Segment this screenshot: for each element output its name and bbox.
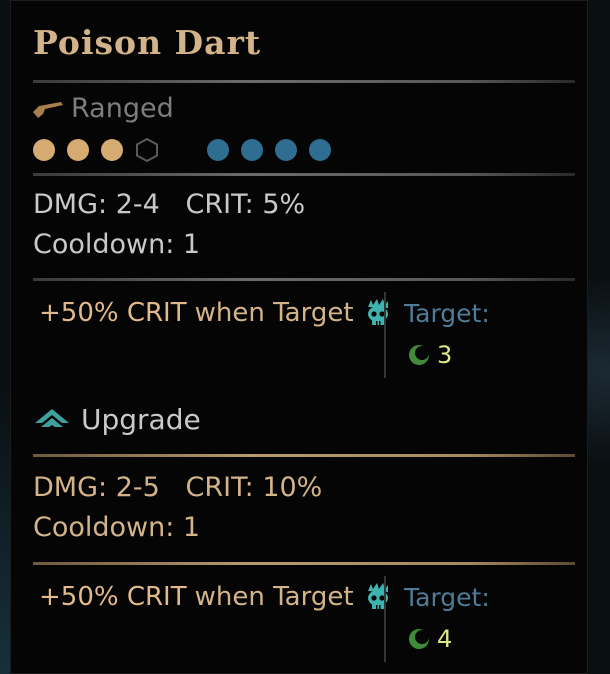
upgrade-damage-crit: DMG: 2-5 CRIT: 10% bbox=[33, 472, 322, 503]
divider bbox=[33, 80, 575, 83]
base-target-label: Target: bbox=[404, 299, 490, 328]
crescent-icon bbox=[409, 345, 429, 365]
upgrade-target-value: 4 bbox=[407, 625, 452, 653]
upgrade-label: Upgrade bbox=[81, 403, 201, 436]
rank-pip-filled bbox=[101, 139, 123, 161]
target-pip-filled bbox=[275, 139, 297, 161]
target-pip-filled bbox=[207, 139, 229, 161]
upgrade-target-number: 4 bbox=[437, 625, 453, 653]
upgrade-divider bbox=[33, 562, 575, 565]
rank-pip-filled bbox=[33, 139, 55, 161]
base-cooldown: Cooldown: 1 bbox=[33, 229, 201, 260]
ability-type: Ranged bbox=[31, 93, 174, 124]
effect-crit-bonus: +50% CRIT bbox=[39, 298, 187, 328]
upgrade-divider bbox=[33, 454, 575, 457]
upgrade-crit: CRIT: 10% bbox=[185, 472, 323, 503]
vertical-divider bbox=[384, 292, 386, 378]
skull-icon bbox=[367, 583, 388, 609]
base-target-number: 3 bbox=[437, 341, 453, 369]
position-pips bbox=[33, 138, 343, 162]
pistol-icon bbox=[33, 101, 63, 118]
base-crit: CRIT: 5% bbox=[185, 189, 306, 220]
upgrade-chevron-icon bbox=[35, 408, 69, 427]
ability-type-label: Ranged bbox=[71, 93, 174, 124]
effect-condition: when Target bbox=[194, 582, 354, 612]
ability-title: Poison Dart bbox=[33, 23, 262, 62]
vertical-divider bbox=[384, 576, 386, 662]
upgrade-header: Upgrade bbox=[33, 403, 201, 436]
rank-pip-filled bbox=[67, 139, 89, 161]
base-effect: +50% CRIT when Target bbox=[39, 297, 394, 329]
base-dmg: DMG: 2-4 bbox=[33, 189, 160, 220]
upgrade-effect: +50% CRIT when Target bbox=[39, 581, 394, 613]
effect-crit-bonus: +50% CRIT bbox=[39, 582, 187, 612]
ability-tooltip: Poison Dart Ranged DMG: 2-4 CRIT: 5% Coo… bbox=[10, 0, 588, 674]
upgrade-target-label: Target: bbox=[404, 583, 490, 612]
skull-icon bbox=[367, 299, 388, 325]
divider bbox=[33, 173, 575, 176]
base-damage-crit: DMG: 2-4 CRIT: 5% bbox=[33, 189, 305, 220]
upgrade-cooldown: Cooldown: 1 bbox=[33, 512, 201, 543]
target-pip-filled bbox=[309, 139, 331, 161]
upgrade-dmg: DMG: 2-5 bbox=[33, 472, 160, 503]
base-target-value: 3 bbox=[407, 341, 452, 369]
crescent-icon bbox=[409, 629, 429, 649]
effect-condition: when Target bbox=[194, 298, 354, 328]
target-pip-filled bbox=[241, 139, 263, 161]
divider bbox=[33, 278, 575, 281]
rank-pip-empty bbox=[136, 138, 158, 162]
